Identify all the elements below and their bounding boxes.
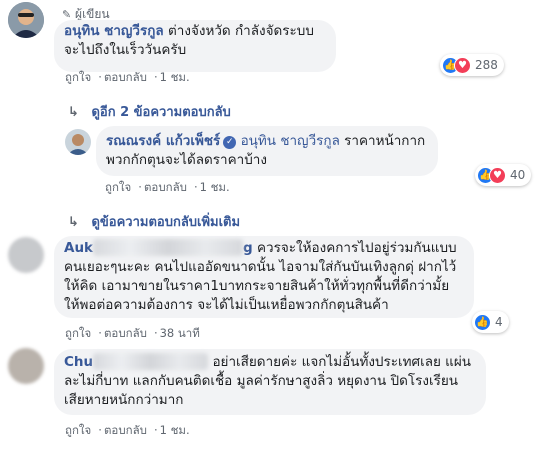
reply-arrow-icon: ↳ bbox=[68, 105, 79, 120]
comment-bubble: อนุทิน ชาญวีรกูล ต่างจังหวัด กำลังจัดระบ… bbox=[54, 20, 336, 72]
reply-link[interactable]: ตอบกลับ bbox=[104, 423, 147, 437]
reaction-summary[interactable]: 👍 4 bbox=[472, 311, 509, 333]
love-reaction-icon: ♥ bbox=[454, 56, 471, 74]
comment-author[interactable]: อนุทิน ชาญวีรกูล bbox=[64, 23, 164, 39]
view-more-replies-link[interactable]: ↳ ดูข้อความตอบกลับเพิ่มเติม bbox=[68, 211, 240, 232]
reaction-count: 4 bbox=[495, 315, 503, 329]
redacted-name bbox=[93, 353, 209, 370]
comment-bubble: Auk g ควรจะให้องคการไปอยู่ร่วมกันแบบคนเยอ… bbox=[54, 236, 474, 318]
like-link[interactable]: ถูกใจ bbox=[65, 326, 91, 340]
comment-time[interactable]: 38 นาที bbox=[160, 326, 200, 340]
reply-time[interactable]: 1 ชม. bbox=[200, 180, 230, 194]
reply-link[interactable]: ตอบกลับ bbox=[144, 180, 187, 194]
like-link[interactable]: ถูกใจ bbox=[65, 423, 91, 437]
more-replies-link[interactable]: ↳ ดูอีก 2 ข้อความตอบกลับ bbox=[68, 101, 231, 122]
avatar-photo bbox=[65, 129, 91, 155]
comment-bubble: Chu อย่าเสียดายค่ะ แจกไม่อั้นทั้งประเทศเ… bbox=[54, 349, 486, 415]
reply-link[interactable]: ตอบกลับ bbox=[104, 326, 147, 340]
comment-actions: ถูกใจ · ตอบกลับ · 38 นาที bbox=[65, 326, 200, 340]
comment-author[interactable]: Chu bbox=[64, 353, 209, 370]
reply-actions: ถูกใจ · ตอบกลับ · 1 ชม. bbox=[105, 180, 230, 194]
reply-link[interactable]: ตอบกลับ bbox=[104, 70, 147, 84]
like-reaction-icon: 👍 bbox=[474, 313, 491, 331]
comment-actions: ถูกใจ · ตอบกลับ · 1 ชม. bbox=[65, 423, 190, 437]
comment-time[interactable]: 1 ชม. bbox=[160, 423, 190, 437]
like-link[interactable]: ถูกใจ bbox=[65, 70, 91, 84]
reaction-count: 40 bbox=[510, 168, 526, 182]
reaction-summary[interactable]: 👍 ♥ 40 bbox=[475, 164, 532, 186]
reaction-count: 288 bbox=[475, 58, 498, 72]
avatar[interactable] bbox=[8, 2, 44, 38]
love-reaction-icon: ♥ bbox=[489, 166, 506, 184]
redacted-name bbox=[93, 239, 244, 256]
reaction-summary[interactable]: 👍 ♥ 288 bbox=[440, 54, 504, 76]
avatar-photo bbox=[8, 2, 44, 38]
comment-actions: ถูกใจ · ตอบกลับ · 1 ชม. bbox=[65, 70, 190, 84]
tagged-user[interactable]: อนุทิน ชาญวีรกูล bbox=[241, 133, 340, 149]
reply-author[interactable]: รณณรงค์ แก้วเพ็ชร์ bbox=[106, 133, 220, 149]
comment-author[interactable]: Auk g bbox=[64, 239, 253, 256]
avatar[interactable] bbox=[8, 237, 44, 273]
avatar[interactable] bbox=[8, 348, 44, 384]
like-link[interactable]: ถูกใจ bbox=[105, 180, 131, 194]
verified-badge-icon: ✓ bbox=[223, 136, 237, 149]
reply-arrow-icon: ↳ bbox=[68, 215, 79, 230]
comment-time[interactable]: 1 ชม. bbox=[160, 70, 190, 84]
avatar[interactable] bbox=[65, 129, 91, 155]
reply-bubble: รณณรงค์ แก้วเพ็ชร์ ✓ อนุทิน ชาญวีรกูล ราค… bbox=[96, 126, 438, 176]
